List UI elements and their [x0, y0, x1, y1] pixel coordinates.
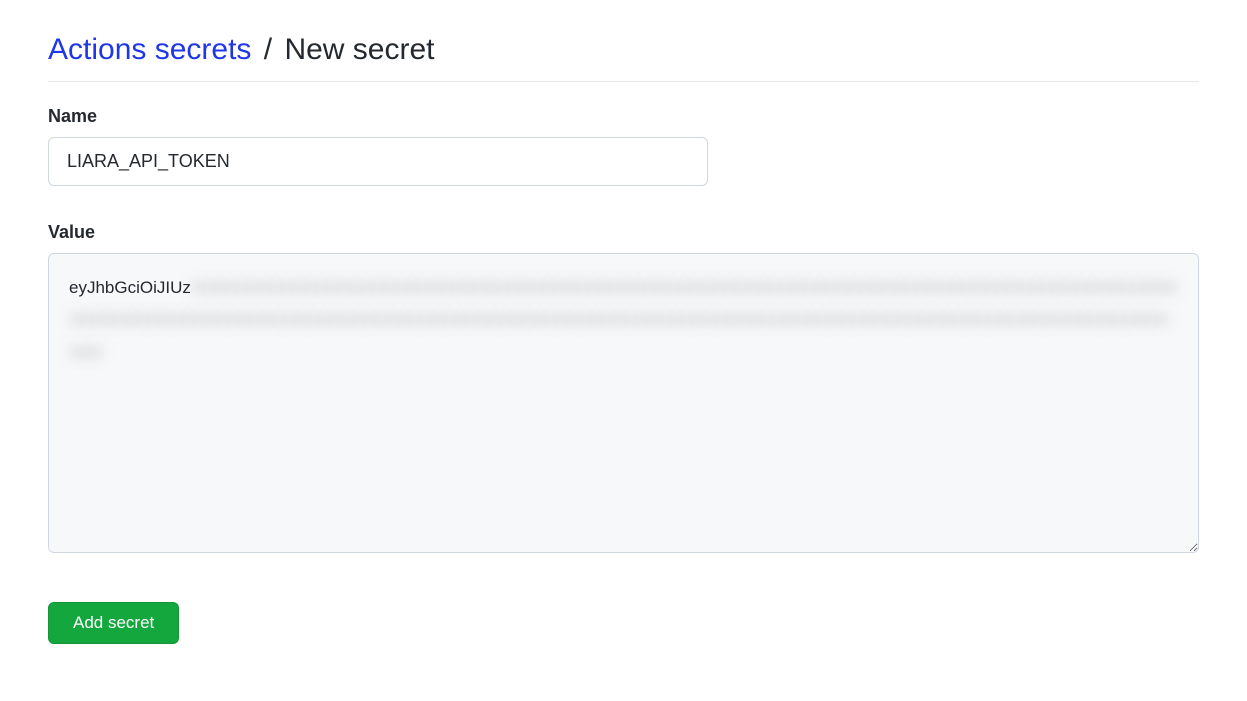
secret-value-textarea[interactable]: [48, 253, 1199, 553]
page-title: Actions secrets / New secret: [48, 30, 1199, 69]
secret-name-label: Name: [48, 106, 1199, 127]
secret-value-wrap: eyJhbGciOiJIUzXXXXXXXXXXXXXXXXXXXXXXXXXX…: [48, 253, 1199, 558]
secret-name-group: Name: [48, 106, 1199, 186]
secret-value-label: Value: [48, 222, 1199, 243]
secret-value-group: Value eyJhbGciOiJIUzXXXXXXXXXXXXXXXXXXXX…: [48, 222, 1199, 558]
secret-name-input[interactable]: [48, 137, 708, 186]
add-secret-button[interactable]: Add secret: [48, 602, 179, 644]
breadcrumb-current: New secret: [284, 33, 434, 66]
breadcrumb-separator: /: [260, 33, 276, 66]
breadcrumb-actions-secrets-link[interactable]: Actions secrets: [48, 33, 251, 66]
page-header: Actions secrets / New secret: [48, 30, 1199, 82]
